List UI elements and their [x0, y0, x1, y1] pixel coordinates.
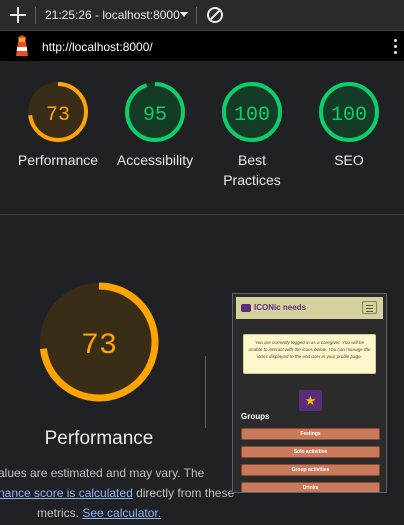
plus-icon[interactable] [8, 5, 28, 25]
gauge-performance[interactable]: 73 Performance [8, 80, 108, 170]
gauge-label: SEO [334, 152, 364, 168]
thumb-logo: ICONic needs [254, 303, 307, 312]
hamburger-menu-icon [362, 301, 377, 314]
report-url[interactable]: http://localhost:8000/ [42, 40, 153, 54]
thumb-button: Feelings [241, 428, 380, 440]
thumb-button: Drinks [241, 482, 380, 492]
gauge-accessibility[interactable]: 95 Accessibility [105, 80, 205, 170]
gauge-ring: 73 [28, 82, 88, 142]
gauge-best-practices[interactable]: 100 Best Practices [202, 80, 302, 190]
metrics-note-text: metrics. [37, 506, 83, 520]
lighthouse-icon [16, 35, 28, 56]
thumb-button: Solo activities [241, 446, 380, 458]
gauge-ring: 100 [319, 82, 379, 142]
more-options-icon[interactable] [394, 39, 398, 55]
metrics-note: alues are estimated and may vary. The [0, 463, 234, 483]
gauge-seo[interactable]: 100 SEO [299, 80, 399, 170]
gauge-value: 95 [143, 104, 167, 127]
score-calculated-link[interactable]: nance score is calculated [0, 486, 133, 500]
performance-title: Performance [44, 428, 154, 449]
metrics-note: metrics. See calculator. [37, 503, 273, 523]
thumb-button: Group activities [241, 464, 380, 476]
thumb-notice: You are currently logged in as a caregiv… [243, 334, 376, 374]
gauge-label: Performance [17, 152, 99, 168]
thumb-header: ICONic needs [236, 297, 383, 319]
gauge-label: Best Practices [223, 152, 281, 188]
report-url-bar: http://localhost:8000/ [0, 31, 404, 61]
thumb-groups-heading: Groups [241, 412, 270, 421]
toolbar-divider [35, 7, 36, 24]
gauge-ring: 100 [222, 82, 282, 142]
gauge-value: 100 [331, 104, 367, 127]
devtools-toolbar: 21:25:26 - localhost:8000 [0, 0, 404, 31]
gauge-label: Accessibility [116, 152, 194, 168]
gauge-value: 73 [46, 104, 70, 127]
speech-bubble-icon [241, 304, 251, 312]
performance-gauge-large: 73 [39, 282, 159, 402]
star-icon: ★ [299, 390, 322, 411]
page-screenshot-thumbnail[interactable]: ICONic needs You are currently logged in… [232, 293, 387, 493]
metrics-note-text: directly from these [132, 486, 235, 500]
see-calculator-link[interactable]: See calculator. [82, 506, 161, 520]
toolbar-divider [196, 7, 197, 24]
gauge-ring: 95 [125, 82, 185, 142]
score-summary: 73 Performance 95 Accessibility 100 Best… [0, 61, 404, 215]
perf-gauge-value: 73 [81, 329, 117, 363]
clear-icon[interactable] [207, 7, 223, 23]
gauge-value: 100 [234, 104, 270, 127]
metrics-note-text: alues are estimated and may vary. The [0, 466, 205, 480]
report-selector[interactable]: 21:25:26 - localhost:8000 [45, 8, 180, 22]
metrics-note: nance score is calculated directly from … [0, 483, 234, 503]
section-divider [205, 356, 206, 428]
chevron-down-icon[interactable] [180, 12, 188, 17]
